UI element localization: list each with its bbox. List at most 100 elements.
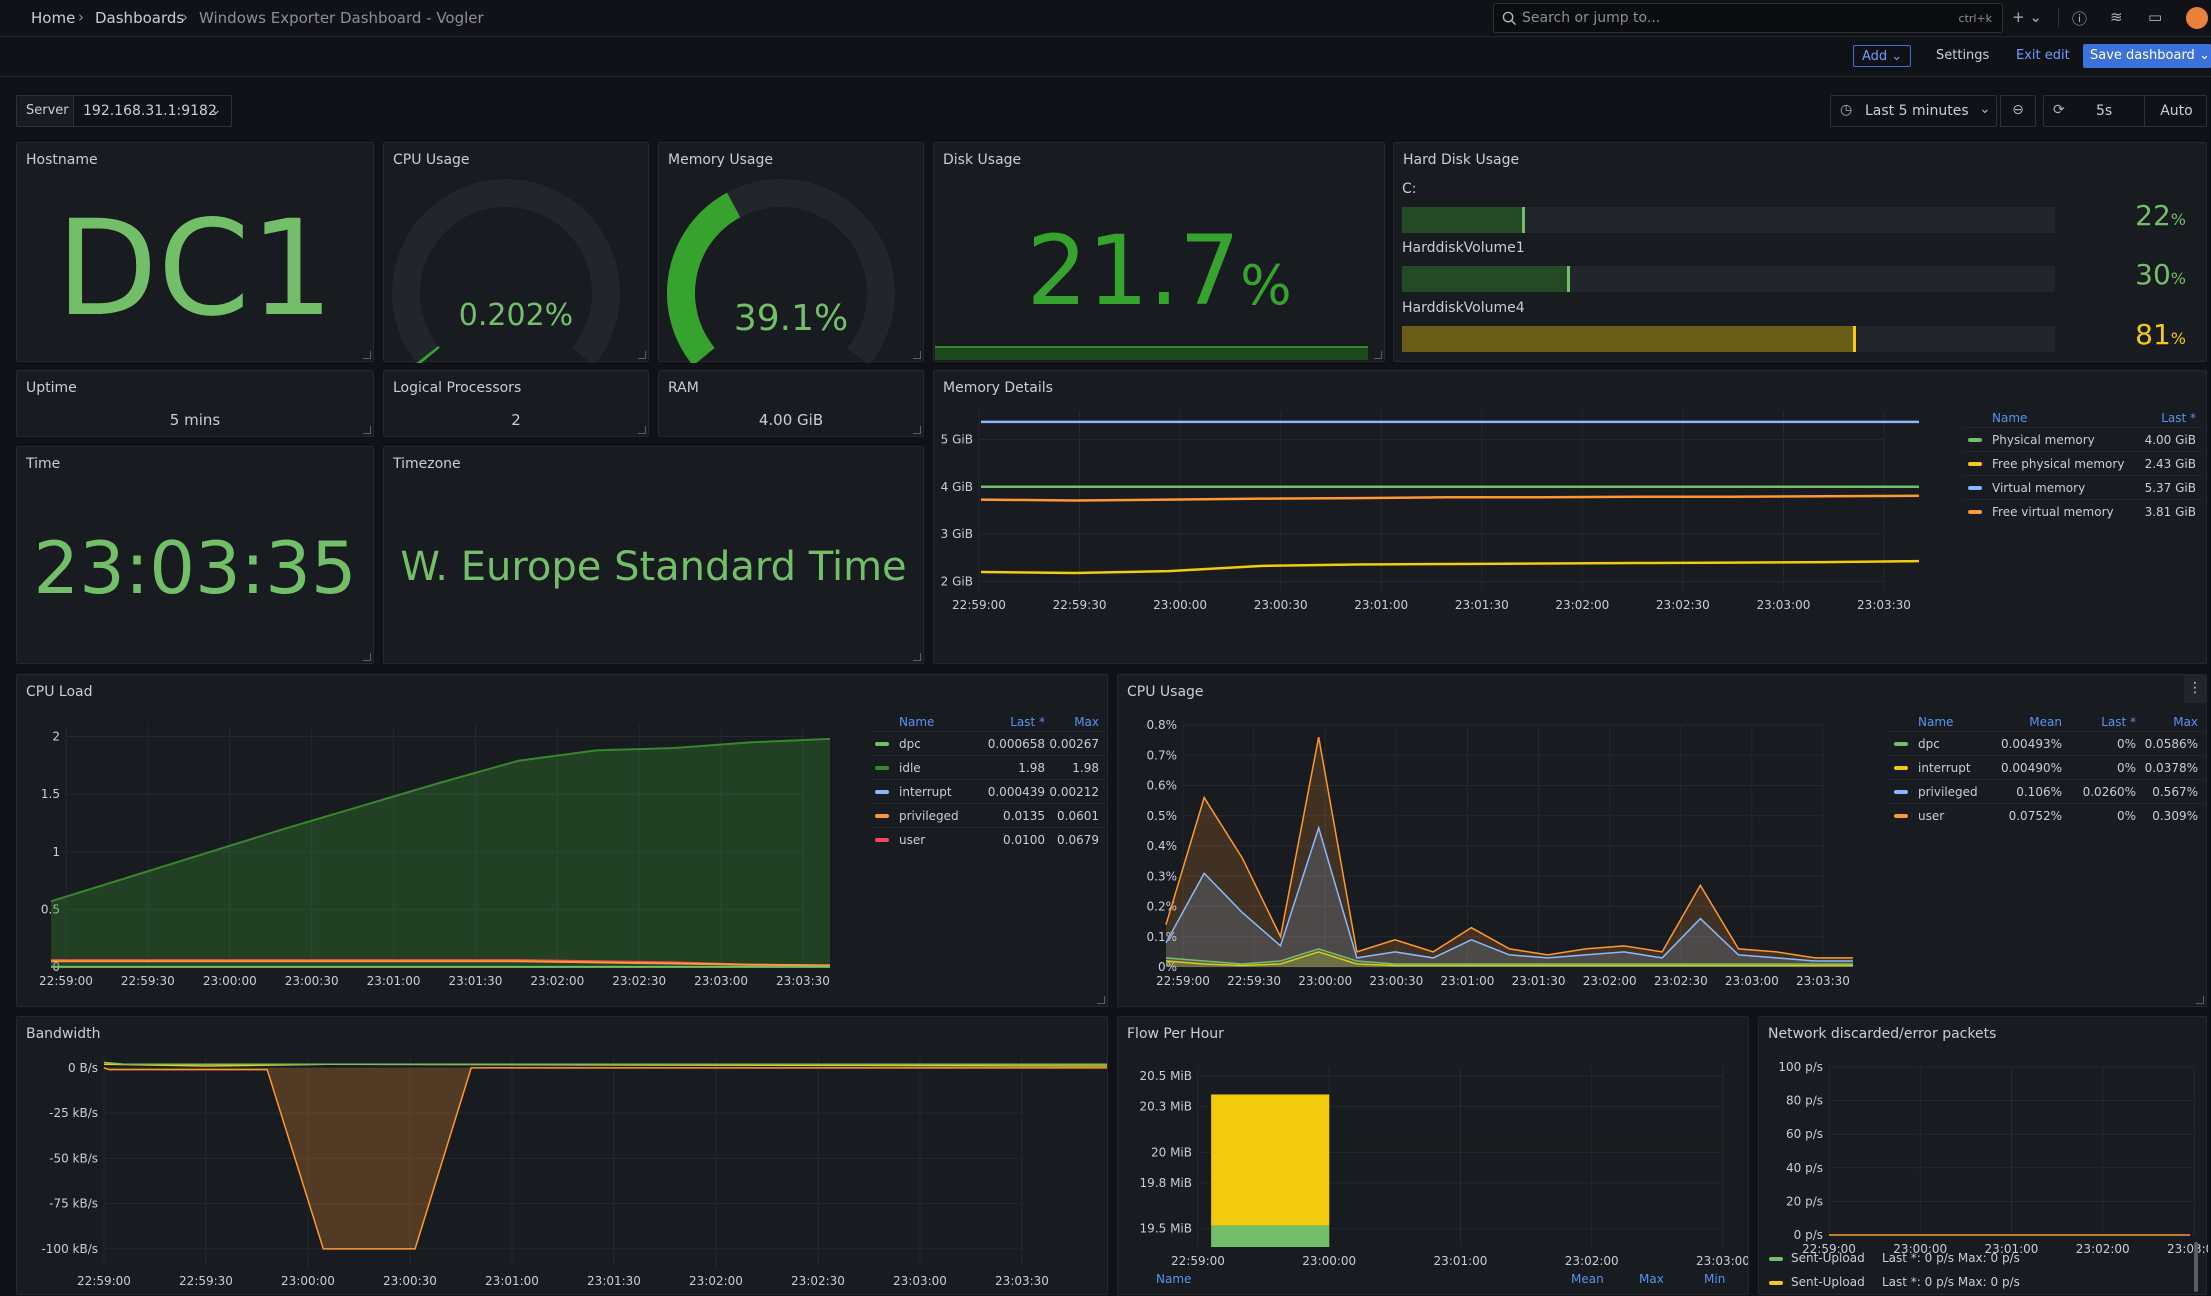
legend-row[interactable]: Free physical memory 2.43 GiB — [1962, 451, 2202, 475]
resize-handle[interactable] — [638, 351, 646, 359]
legend-col-max[interactable]: Max — [1074, 715, 1099, 729]
breadcrumb-home[interactable]: Home — [31, 9, 75, 27]
logical-processors-panel: Logical Processors 2 — [383, 370, 649, 437]
legend-col-last[interactable]: Last * — [2101, 715, 2136, 729]
legend-swatch — [1894, 766, 1908, 770]
legend-col-name[interactable]: Name — [1992, 411, 2027, 425]
legend-row[interactable]: Virtual memory 5.37 GiB — [1962, 475, 2202, 499]
cpu-load-chart: 00.511.5222:59:00 22:59:30 23:00:00 23:00:3… — [39, 725, 831, 988]
resize-handle[interactable] — [363, 653, 371, 661]
y-tick-label: 3 GiB — [941, 527, 973, 541]
search-input[interactable]: Search or jump to... ctrl+k — [1493, 3, 2003, 33]
resize-handle[interactable] — [913, 653, 921, 661]
x-tick-label: 22:59:00 — [39, 974, 93, 988]
save-dashboard-button[interactable]: Save dashboard ⌄ — [2083, 44, 2211, 68]
divider — [2144, 96, 2145, 126]
cpu-load-panel: CPU Load 0 0.5 1 1.5 2 22:59:00 22:59:30 23:00:… — [16, 674, 1108, 1007]
avatar[interactable] — [2186, 7, 2208, 29]
legend-mean: 0.106% — [2016, 785, 2062, 799]
breadcrumb-dashboards[interactable]: Dashboards — [95, 9, 184, 27]
legend-row[interactable]: privileged 0.106% 0.0260% 0.567% — [1888, 779, 2204, 803]
x-tick-label: 23:02:00 — [689, 1274, 743, 1288]
resize-handle[interactable] — [1374, 351, 1382, 359]
resize-handle[interactable] — [638, 426, 646, 434]
x-tick-label: 23:03:00 — [1756, 598, 1810, 612]
hostname-panel: Hostname DC1 — [16, 142, 374, 362]
add-button[interactable]: Add ⌄ — [1853, 45, 1911, 67]
legend-col-name[interactable]: Name — [1918, 715, 1953, 729]
time-picker[interactable]: ◷ Last 5 minutes ⌄ — [1830, 95, 1997, 127]
resize-handle[interactable] — [1097, 996, 1105, 1004]
legend-row[interactable]: privileged 0.0135 0.0601 — [869, 803, 1105, 827]
refresh-icon[interactable]: ⟳ — [2053, 102, 2065, 118]
legend-max: 1.98 — [1072, 761, 1099, 775]
exit-edit-button[interactable]: Exit edit — [2016, 48, 2070, 63]
panel-title: Network discarded/error packets — [1768, 1026, 1997, 1042]
y-tick-label: 60 p/s — [1786, 1127, 1823, 1141]
cpu-usage-chart: 0%0.1%0.2%0.3%0.4%0.5%0.6%0.7%0.8%22:59:… — [1147, 718, 1853, 988]
legend-row[interactable]: idle 1.98 1.98 — [869, 755, 1105, 779]
resize-handle[interactable] — [2196, 996, 2204, 1004]
resize-handle[interactable] — [363, 426, 371, 434]
legend-row[interactable]: interrupt 0.00490% 0% 0.0378% — [1888, 755, 2204, 779]
legend-col-name[interactable]: Name — [899, 715, 934, 729]
legend-row[interactable]: user 0.0752% 0% 0.309% — [1888, 803, 2204, 827]
legend-swatch — [1894, 790, 1908, 794]
auto-refresh[interactable]: Auto — [2147, 103, 2206, 119]
settings-button[interactable]: Settings — [1936, 48, 1989, 63]
legend-row[interactable]: interrupt 0.000439 0.00212 — [869, 779, 1105, 803]
rss-icon[interactable]: ≋ — [2110, 8, 2123, 26]
disk-usage-value: 21.7% — [934, 223, 1384, 319]
legend-col-max[interactable]: Max — [2173, 715, 2198, 729]
legend-row[interactable]: Sent-Upload Last *: 0 p/s Max: 0 p/s — [1767, 1273, 2187, 1295]
y-tick-label: 2 GiB — [941, 575, 973, 589]
legend-col-max[interactable]: Max — [1639, 1272, 1664, 1286]
zoom-out-icon[interactable]: ⊖ — [2000, 95, 2036, 127]
disk-bar-fill — [1402, 266, 1570, 292]
legend-row[interactable]: user 0.0100 0.0679 — [869, 827, 1105, 851]
y-tick-label: 0.8% — [1147, 718, 1178, 732]
server-variable[interactable]: Server 192.168.31.1:9182 ⌄ — [16, 95, 232, 127]
legend-scrollbar[interactable] — [2194, 1242, 2198, 1292]
x-tick-label: 23:01:00 — [1354, 598, 1408, 612]
search-shortcut: ctrl+k — [1958, 12, 1992, 25]
legend-col-last[interactable]: Last * — [1010, 715, 1045, 729]
refresh-interval: 5s — [2096, 103, 2113, 119]
uptime-value: 5 mins — [169, 411, 221, 429]
monitor-icon[interactable]: ▭ — [2148, 8, 2162, 26]
help-icon[interactable]: ⓘ — [2072, 8, 2087, 29]
legend-row[interactable]: Physical memory 4.00 GiB — [1962, 427, 2202, 451]
legend-name: dpc — [1918, 737, 1940, 751]
resize-handle[interactable] — [913, 351, 921, 359]
ram-value: 4.00 GiB — [758, 411, 824, 429]
panel-title: CPU Usage — [1127, 684, 1204, 700]
panel-menu-icon[interactable]: ⋮ — [2184, 675, 2206, 703]
refresh-picker[interactable]: ⟳ 5s Auto — [2043, 95, 2207, 127]
disk-name: HarddiskVolume4 — [1402, 300, 1525, 316]
x-tick-label: 23:01:30 — [587, 1274, 641, 1288]
legend-row[interactable]: Free virtual memory 3.81 GiB — [1962, 499, 2202, 523]
legend-col-name[interactable]: Name — [1156, 1272, 1191, 1286]
y-tick-label: 19.8 MiB — [1140, 1176, 1192, 1190]
legend-row[interactable]: dpc 0.000658 0.00267 — [869, 731, 1105, 755]
legend-last: 0.000439 — [987, 785, 1045, 799]
legend-col-min[interactable]: Min — [1704, 1272, 1725, 1286]
y-tick-label: 100 p/s — [1778, 1060, 1823, 1074]
x-tick-label: 22:59:00 — [1156, 974, 1210, 988]
plus-icon[interactable]: + ⌄ — [2012, 8, 2042, 26]
disk-bar-track — [1402, 207, 2055, 233]
x-tick-label: 22:59:00 — [952, 598, 1006, 612]
legend-name: user — [899, 833, 926, 847]
legend-row[interactable]: Sent-Upload Last *: 0 p/s Max: 0 p/s — [1767, 1249, 2187, 1271]
legend-row[interactable]: dpc 0.00493% 0% 0.0586% — [1888, 731, 2204, 755]
panel-title: Bandwidth — [26, 1026, 101, 1042]
y-tick-label: 0 B/s — [68, 1061, 98, 1075]
y-tick-label: 0.7% — [1147, 748, 1178, 762]
resize-handle[interactable] — [913, 426, 921, 434]
legend-col-last[interactable]: Last * — [2161, 411, 2196, 425]
disk-usage-panel: Disk Usage 21.7% — [933, 142, 1385, 362]
resize-handle[interactable] — [363, 351, 371, 359]
legend-col-mean[interactable]: Mean — [2029, 715, 2062, 729]
legend-col-mean[interactable]: Mean — [1571, 1272, 1604, 1286]
legend-name: Free virtual memory — [1992, 505, 2114, 519]
